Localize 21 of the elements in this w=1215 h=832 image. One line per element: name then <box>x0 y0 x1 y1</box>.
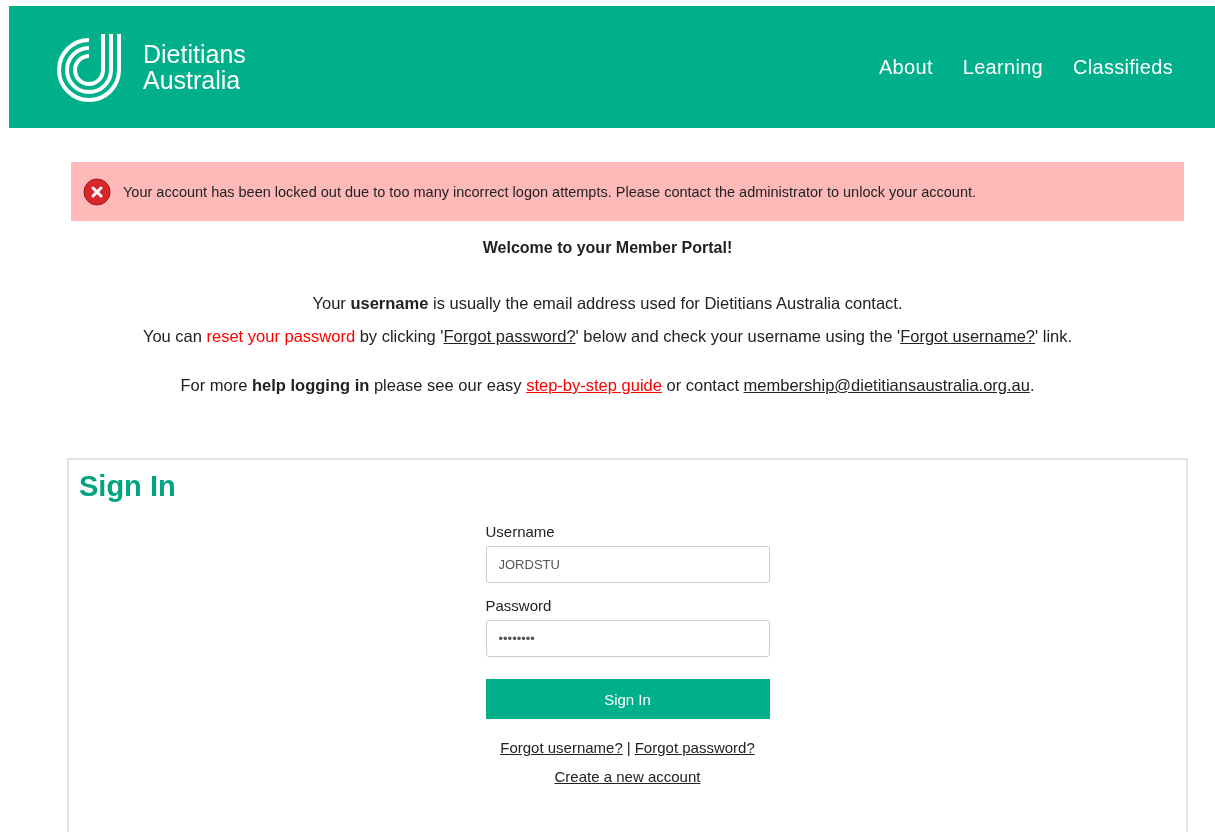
create-account-link[interactable]: Create a new account <box>554 768 701 785</box>
logo-text: Australia <box>143 67 242 93</box>
forgot-password-link[interactable]: Forgot password? <box>634 739 755 756</box>
text-link[interactable]: Forgot username? <box>900 327 1035 345</box>
field-label: Password <box>485 597 553 614</box>
card-title: Sign In <box>79 470 177 503</box>
welcome-heading: Welcome to your Member Portal! <box>481 239 734 257</box>
logo-text: Dietitians <box>143 41 246 67</box>
username-field[interactable]: JORDSTU <box>485 546 770 583</box>
error-message: Your account has been locked out due to too many incorrect logon attempts. Please contact the administrator to unlock your account. <box>123 183 977 200</box>
info-paragraph: Your username is usually the email address used for Dietitians Australia contact. <box>312 293 903 314</box>
text-link[interactable]: membership@dietitiansaustralia.org.au <box>743 376 1030 394</box>
password-field[interactable]: •••••••• <box>485 620 770 657</box>
forgot-username-link[interactable]: Forgot username? <box>500 739 623 756</box>
field-label: Username <box>485 523 556 540</box>
error-icon <box>83 177 111 206</box>
separator-text: | <box>626 739 631 756</box>
text-link[interactable]: Forgot password? <box>443 327 576 345</box>
info-paragraph: For more help logging in please see our easy step-by-step guide or contact membership@dietitiansaustralia.org.au. <box>180 375 1035 396</box>
guide-link[interactable]: step-by-step guide <box>526 376 662 394</box>
info-paragraph: You can reset your password by clicking 'Forgot password?' below and check your username using the 'Forgot username?' link. <box>142 326 1073 347</box>
